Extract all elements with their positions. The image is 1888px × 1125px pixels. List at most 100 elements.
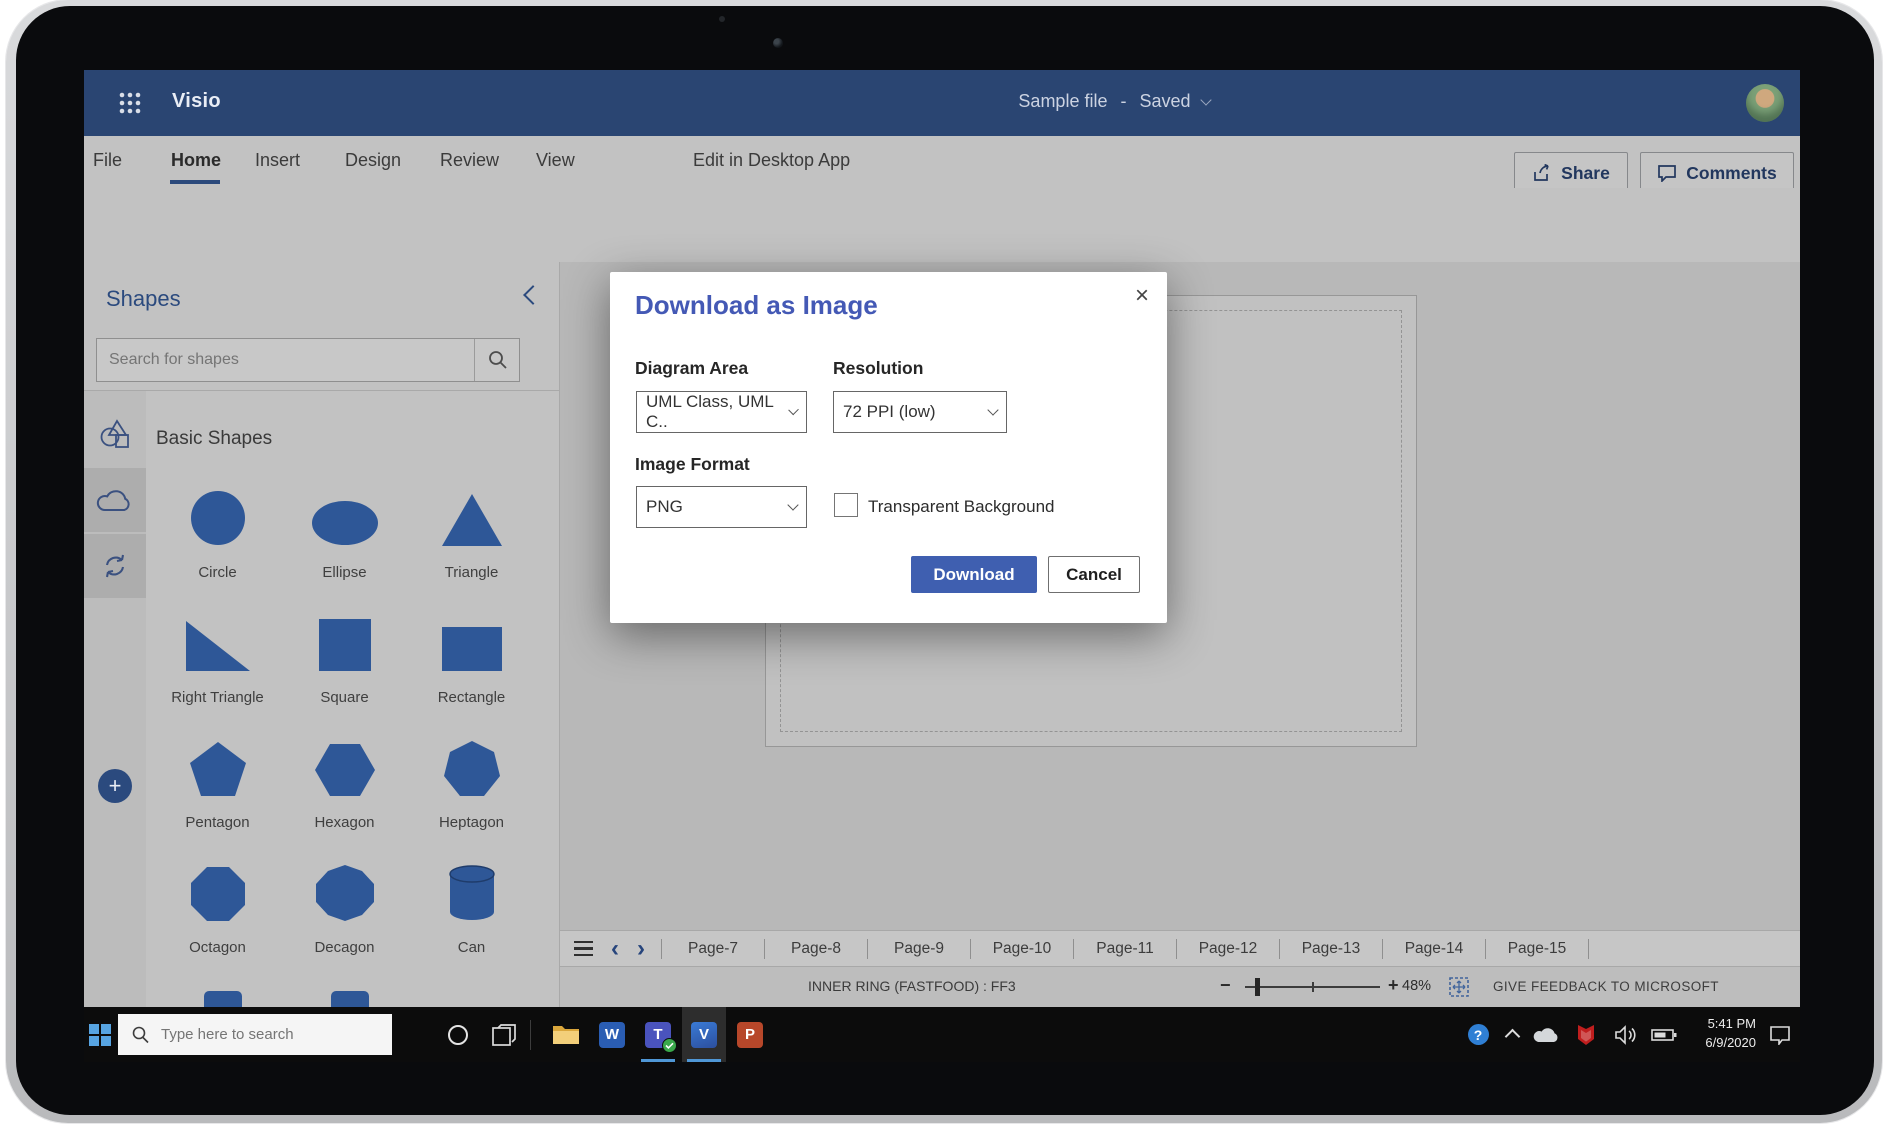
shape-square[interactable]: Square [281,613,408,738]
tab-page-11[interactable]: Page-11 [1074,940,1176,958]
clock-date: 6/9/2020 [1682,1034,1756,1053]
tray-help-button[interactable]: ? [1460,1007,1496,1062]
powerpoint-button[interactable]: P [728,1007,772,1062]
battery-icon [1651,1027,1677,1043]
avatar[interactable] [1746,84,1784,122]
fit-to-window-icon[interactable] [1448,976,1470,998]
tab-page-14[interactable]: Page-14 [1383,940,1485,958]
shape-circle[interactable]: Circle [154,488,281,613]
action-center-button[interactable] [1760,1007,1800,1062]
zoom-slider-thumb[interactable] [1255,978,1260,996]
next-page-icon[interactable]: › [637,937,645,961]
previous-page-icon[interactable]: ‹ [611,937,619,961]
visio-button[interactable]: V [682,1007,726,1062]
tab-page-7[interactable]: Page-7 [662,940,764,958]
shape-search-button[interactable] [474,339,519,381]
tab-page-12[interactable]: Page-12 [1177,940,1279,958]
menu-file[interactable]: File [93,150,122,171]
shape-partial[interactable] [331,991,369,1007]
stencil-sync[interactable] [84,534,146,598]
windows-logo-icon [89,1024,111,1046]
taskbar-clock[interactable]: 5:41 PM 6/9/2020 [1682,1015,1756,1053]
taskbar-search-input[interactable] [159,1025,373,1044]
shape-octagon[interactable]: Octagon [154,863,281,988]
close-icon[interactable]: × [1131,280,1153,312]
taskbar-search[interactable] [118,1014,392,1055]
tray-mcafee[interactable] [1568,1007,1604,1062]
tab-page-15[interactable]: Page-15 [1486,940,1588,958]
shape-heptagon[interactable]: Heptagon [408,738,535,863]
task-view-button[interactable] [482,1007,526,1062]
tray-onedrive[interactable] [1528,1007,1564,1062]
menu-edit-in-desktop-app[interactable]: Edit in Desktop App [693,150,850,171]
shape-search-box[interactable] [96,338,520,382]
image-format-select[interactable]: PNG [636,486,807,528]
action-center-icon [1769,1025,1791,1045]
app-launcher-waffle-icon[interactable] [118,91,142,115]
chevron-up-icon [1504,1029,1520,1045]
word-button[interactable]: W [590,1007,634,1062]
panel-divider [84,390,560,391]
stencil-cloud[interactable] [84,468,146,532]
save-status: Saved [1140,91,1191,111]
menu-home[interactable]: Home [171,150,221,171]
cortana-button[interactable] [436,1007,480,1062]
resolution-value: 72 PPI (low) [843,402,936,422]
menu-design[interactable]: Design [345,150,401,171]
zoom-level[interactable]: 48% [1402,978,1431,994]
powerpoint-icon: P [737,1022,763,1048]
menu-view[interactable]: View [536,150,575,171]
title-dash: - [1120,91,1126,111]
help-icon: ? [1468,1024,1489,1045]
tray-show-hidden-icons[interactable] [1496,1007,1528,1062]
shape-triangle[interactable]: Triangle [408,488,535,613]
sync-icon [100,551,130,581]
teams-button[interactable]: T [636,1007,680,1062]
collapse-panel-icon[interactable] [523,285,543,305]
tab-page-13[interactable]: Page-13 [1280,940,1382,958]
transparent-background-checkbox[interactable] [834,493,858,517]
diagram-area-label: Diagram Area [635,358,748,379]
shape-grid: Circle Ellipse Triangle Right Triangle S… [154,488,544,988]
document-title[interactable]: Sample file - Saved [934,91,1294,112]
zoom-out-button[interactable]: − [1220,975,1231,996]
shape-pentagon[interactable]: Pentagon [154,738,281,863]
zoom-slider-midpoint [1312,982,1314,992]
start-button[interactable] [84,1007,122,1062]
tab-page-10[interactable]: Page-10 [971,940,1073,958]
cancel-button[interactable]: Cancel [1048,556,1140,593]
file-explorer-button[interactable] [544,1007,588,1062]
cloud-icon [96,487,134,513]
menu-review[interactable]: Review [440,150,499,171]
add-stencil-button[interactable]: + [98,769,132,803]
shapes-stencil-icon [99,418,131,450]
tab-page-8[interactable]: Page-8 [765,940,867,958]
task-view-icon [492,1024,516,1046]
visio-icon: V [691,1022,717,1048]
running-indicator [687,1059,721,1062]
teams-status-check-icon [662,1038,677,1053]
menu-insert[interactable]: Insert [255,150,300,171]
zoom-in-button[interactable]: + [1388,975,1399,996]
diagram-area-select[interactable]: UML Class, UML C.. [636,391,807,433]
search-icon [487,350,507,370]
shape-partial[interactable] [204,991,242,1007]
shape-right-triangle[interactable]: Right Triangle [154,613,281,738]
stencil-basic-shapes[interactable] [84,402,146,466]
shape-hexagon[interactable]: Hexagon [281,738,408,863]
shape-decagon[interactable]: Decagon [281,863,408,988]
tray-volume[interactable] [1608,1007,1644,1062]
download-button[interactable]: Download [911,556,1037,593]
comment-icon [1657,164,1677,182]
shape-search-input[interactable] [97,339,474,381]
shape-can[interactable]: Can [408,863,535,988]
microphone-dot [719,16,725,22]
windows-taskbar: W T V P ? [84,1007,1800,1062]
resolution-select[interactable]: 72 PPI (low) [833,391,1007,433]
tray-battery[interactable] [1646,1007,1682,1062]
tab-page-9[interactable]: Page-9 [868,940,970,958]
shape-rectangle[interactable]: Rectangle [408,613,535,738]
shape-ellipse[interactable]: Ellipse [281,488,408,613]
pages-menu-icon[interactable] [574,941,593,957]
feedback-link[interactable]: GIVE FEEDBACK TO MICROSOFT [1493,979,1719,994]
